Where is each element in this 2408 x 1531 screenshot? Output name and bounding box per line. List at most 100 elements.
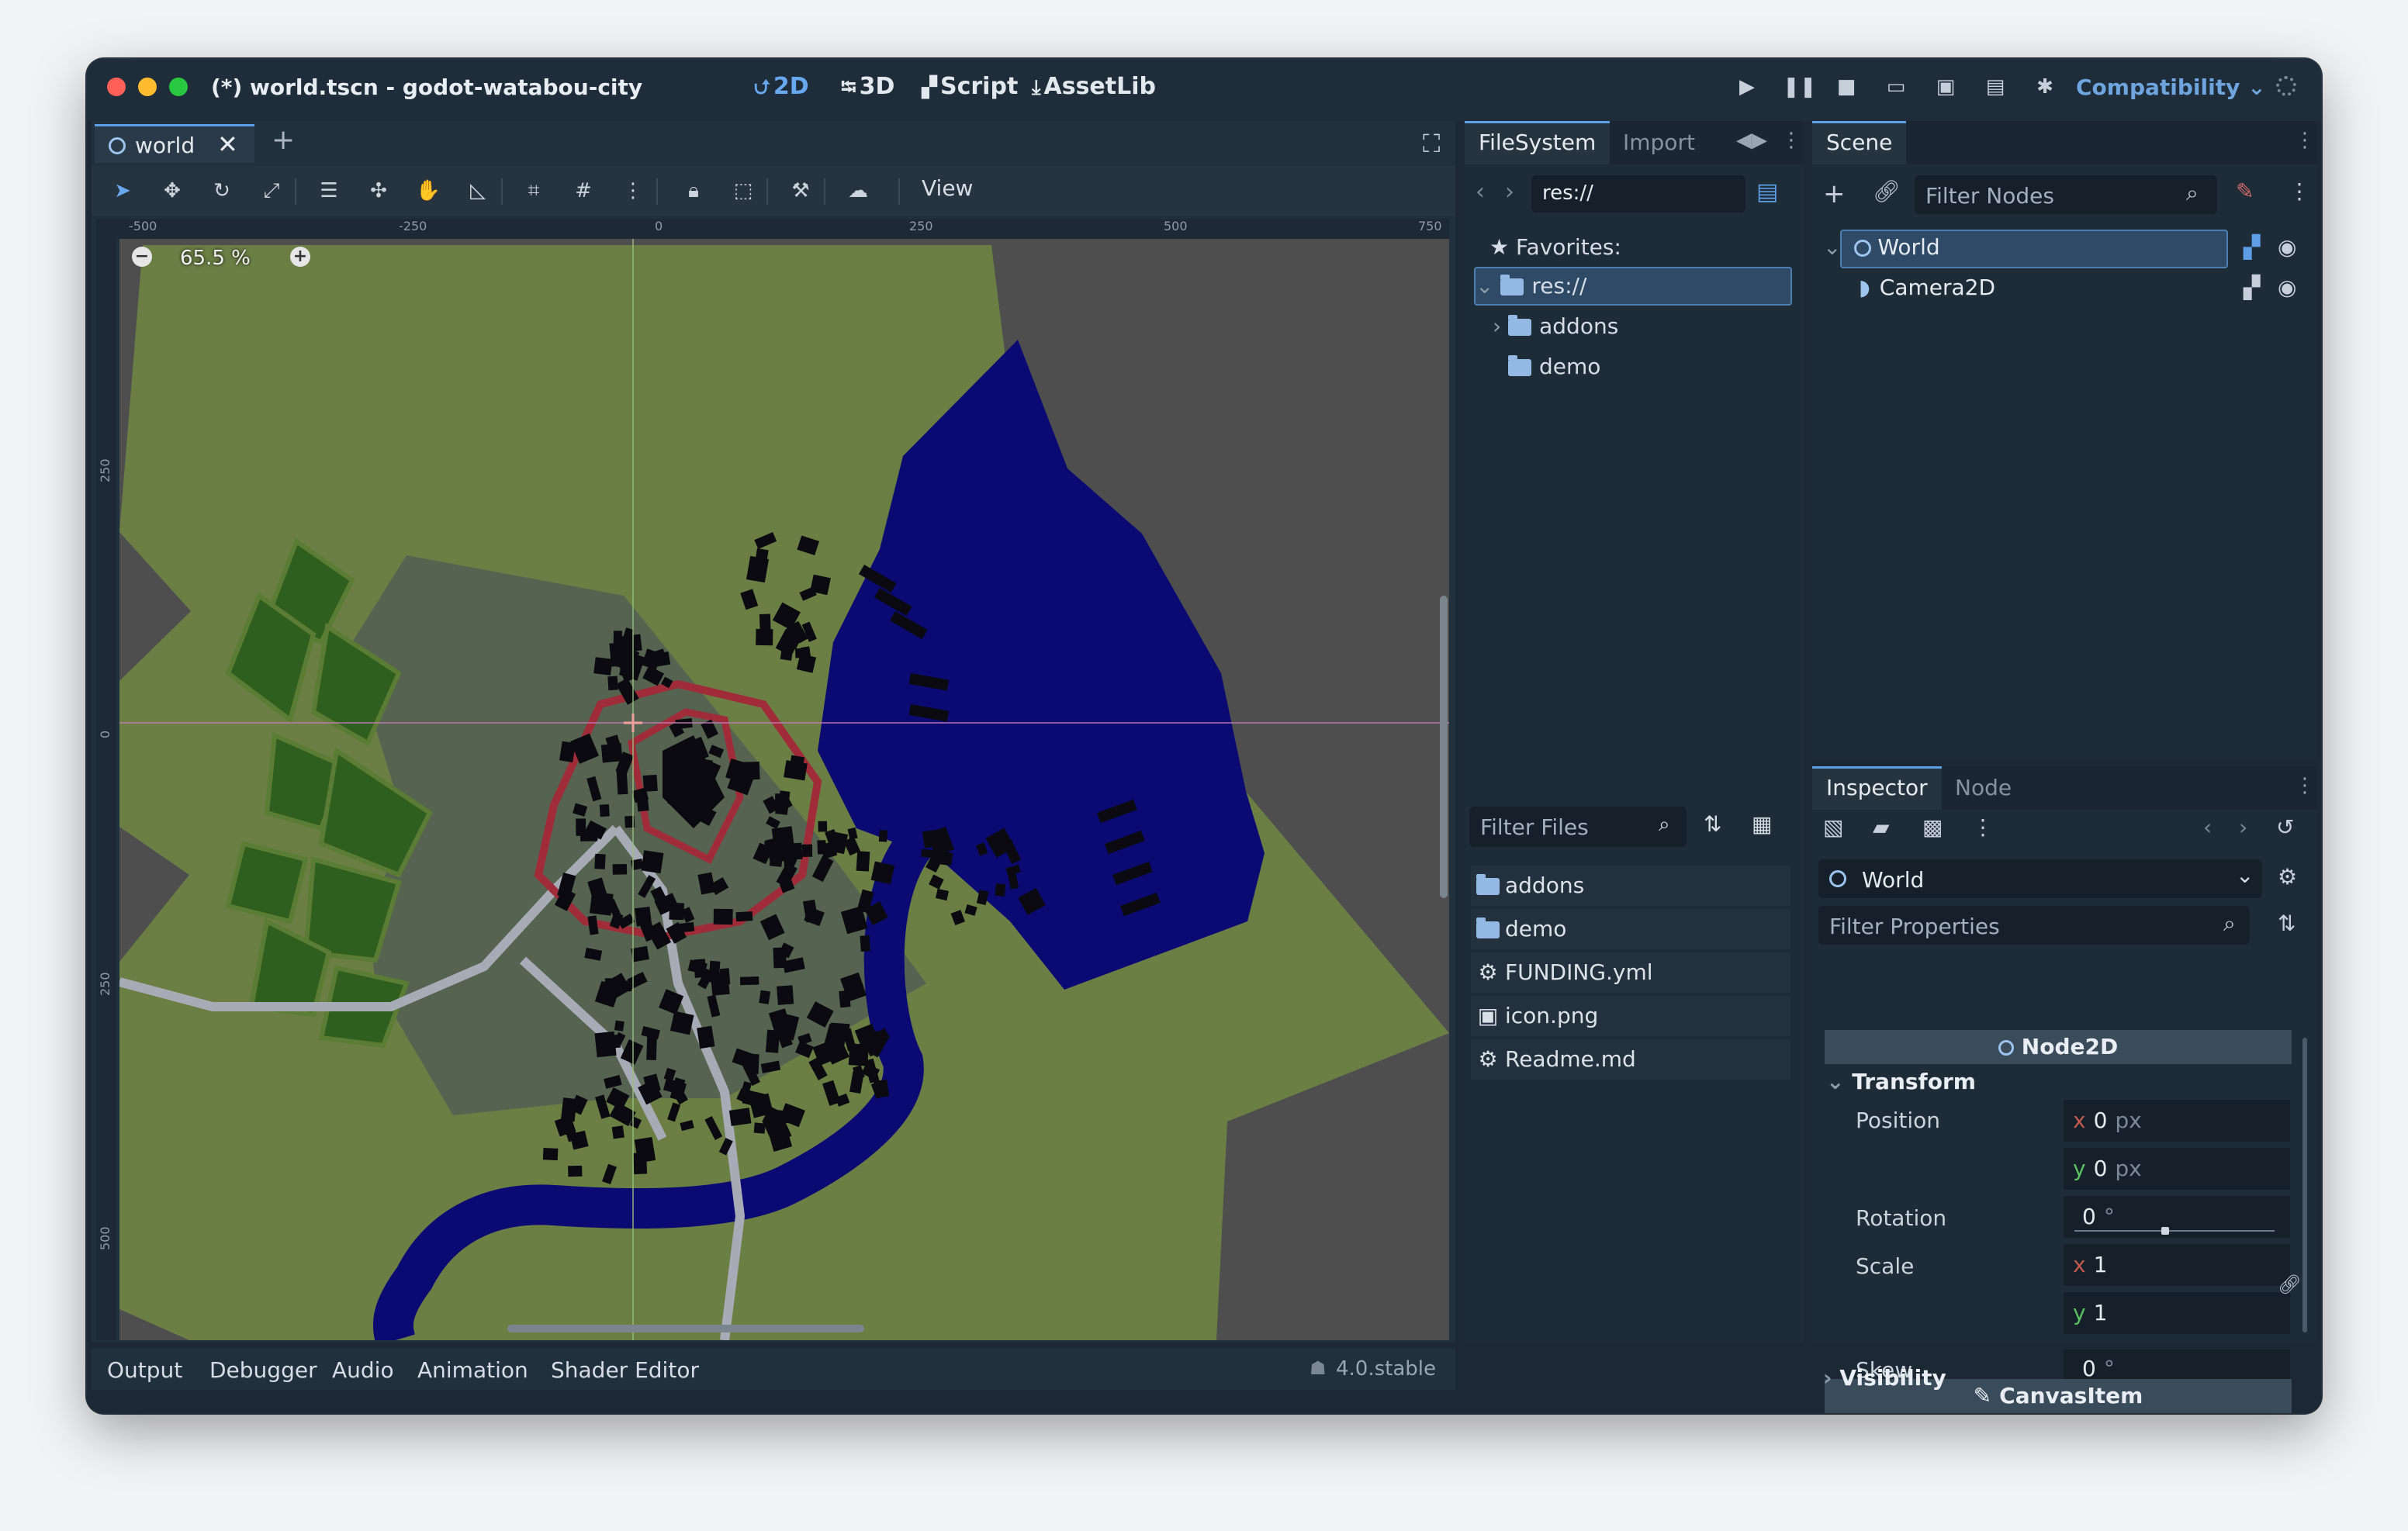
output-tab[interactable]: Output (107, 1357, 182, 1383)
scale-tool-icon[interactable]: ⤢ (258, 175, 285, 206)
scale-x-field[interactable]: x1 (2064, 1244, 2290, 1286)
zoom-window-button[interactable] (169, 78, 188, 96)
skeleton-bone-icon[interactable]: ⚒ (787, 175, 815, 206)
position-x-field[interactable]: x 0 px (2064, 1100, 2290, 1142)
select-tool-icon[interactable]: ➤ (109, 175, 137, 206)
position-y-field[interactable]: y 0 px (2064, 1148, 2290, 1190)
open-folder-icon[interactable]: ▰ (1873, 814, 1890, 840)
snap-options-icon[interactable]: ⋮ (619, 175, 647, 206)
tab-filesystem[interactable]: FileSystem (1465, 121, 1611, 164)
filter-files-input[interactable]: Filter Files (1469, 807, 1687, 847)
smart-snap-icon[interactable]: ⌗ (520, 175, 548, 206)
renderer-select[interactable]: Compatibility ⌄ (2076, 74, 2266, 100)
remote-debug-icon[interactable]: ▭ (1882, 73, 1910, 101)
scale-y-field[interactable]: y1 (2064, 1292, 2290, 1334)
tab-scene[interactable]: Scene (1812, 121, 1907, 164)
script-icon[interactable]: ▞ (2244, 234, 2261, 260)
file-item-funding[interactable]: ⚙ FUNDING.yml (1471, 952, 1790, 993)
menu-dots-icon[interactable]: ⋮ (1972, 814, 1994, 840)
rotation-field[interactable]: 0 ° (2064, 1196, 2290, 1238)
close-icon[interactable]: ✕ (217, 130, 238, 159)
play-custom-scene-icon[interactable]: ▤ (1981, 73, 2009, 101)
distraction-free-icon[interactable]: ⛶ (1423, 129, 1440, 159)
menu-dots-icon[interactable]: ⋮ (2295, 774, 2315, 797)
file-item-readme[interactable]: ⚙ Readme.md (1471, 1039, 1790, 1080)
audio-tab[interactable]: Audio (332, 1357, 394, 1383)
node-world[interactable]: ⌄ World (1823, 234, 1940, 260)
split-mode-icon[interactable]: ▤ (1756, 178, 1778, 206)
zoom-level[interactable]: 65.5 % (180, 247, 251, 270)
pivot-tool-icon[interactable]: ✣ (365, 175, 393, 206)
mode-3d-button[interactable]: ⭾ 3D (841, 73, 894, 107)
inspector-scrollbar[interactable] (2302, 1038, 2307, 1332)
play-scene-icon[interactable]: ▣ (1932, 73, 1960, 101)
zoom-in-button[interactable]: + (290, 247, 310, 267)
file-item-demo[interactable]: demo (1471, 909, 1790, 949)
filter-nodes-input[interactable]: Filter Nodes (1915, 175, 2217, 214)
mode-assetlib-button[interactable]: ⤓ AssetLib (1032, 73, 1156, 100)
menu-dots-icon[interactable]: ⋮ (1781, 129, 1801, 152)
sort-icon[interactable]: ⇅ (1704, 811, 1721, 837)
horizontal-ruler[interactable]: -500 -250 0 250 500 750 (115, 219, 1449, 239)
transform-section[interactable]: ⌄ Transform (1826, 1069, 1976, 1094)
link-icon[interactable]: 🔗︎ (2278, 1274, 2301, 1295)
history-icon[interactable]: ↺ (2276, 814, 2294, 840)
path-field[interactable]: res:// (1531, 175, 1745, 213)
pause-icon[interactable]: ❚❚ (1783, 73, 1817, 101)
camera-override-icon[interactable]: ☁ (844, 175, 872, 206)
add-node-icon[interactable]: + (1823, 178, 1846, 209)
grid-snap-icon[interactable]: # (569, 175, 597, 206)
filter-properties-input[interactable]: Filter Properties (1818, 906, 2250, 945)
property-options-icon[interactable]: ⇅ (2278, 911, 2296, 936)
movie-maker-icon[interactable]: ✱ (2031, 73, 2059, 101)
tree-item-addons[interactable]: › addons (1493, 313, 1618, 339)
add-tab-button[interactable]: + (272, 124, 295, 156)
mode-script-button[interactable]: ▞ Script (922, 73, 1018, 100)
tab-node[interactable]: Node (1941, 766, 2026, 810)
rotate-tool-icon[interactable]: ↻ (208, 175, 236, 206)
back-icon[interactable]: ‹ (1476, 178, 1485, 206)
visibility-section[interactable]: › Visibility (1823, 1365, 1946, 1391)
tab-inspector[interactable]: Inspector (1812, 766, 1942, 810)
favorites-item[interactable]: ★ Favorites: (1489, 234, 1621, 260)
back-icon[interactable]: ‹ (2203, 814, 2212, 840)
play-icon[interactable]: ▶ (1733, 73, 1761, 101)
animation-tab[interactable]: Animation (417, 1357, 528, 1383)
file-item-addons[interactable]: addons (1471, 866, 1790, 906)
close-window-button[interactable] (107, 78, 126, 96)
minimize-window-button[interactable] (138, 78, 157, 96)
link-icon[interactable]: 🔗︎ (1873, 178, 1901, 204)
class-header-node2d[interactable]: Node2D (1825, 1030, 2292, 1064)
save-icon[interactable]: ▩ (1922, 814, 1943, 840)
script-icon[interactable]: ▞ (2244, 275, 2261, 300)
pan-tool-icon[interactable]: ✋ (414, 175, 442, 206)
tree-item-demo[interactable]: demo (1508, 354, 1600, 379)
node-info-icon[interactable]: ⚙ (2278, 864, 2297, 890)
dock-move-icon[interactable]: ◀▶ (1736, 129, 1767, 152)
scene-tab-world[interactable]: world ✕ (95, 124, 254, 163)
lock-icon[interactable]: 🔒︎ (680, 175, 708, 206)
debugger-tab[interactable]: Debugger (209, 1357, 317, 1383)
grid-view-icon[interactable]: ▦ (1752, 811, 1772, 837)
vertical-ruler[interactable]: 250 0 250 500 (96, 219, 116, 1340)
shader-editor-tab[interactable]: Shader Editor (551, 1357, 699, 1383)
file-item-icon[interactable]: ▣ icon.png (1471, 996, 1790, 1036)
node-camera2d[interactable]: ◗ Camera2D (1859, 275, 1995, 300)
visibility-eye-icon[interactable]: ◉ (2278, 275, 2296, 300)
new-resource-icon[interactable]: ▧ (1823, 814, 1843, 840)
list-select-tool-icon[interactable]: ☰ (315, 175, 343, 206)
zoom-out-button[interactable]: − (132, 247, 152, 267)
menu-dots-icon[interactable]: ⋮ (2289, 178, 2310, 204)
visibility-eye-icon[interactable]: ◉ (2278, 234, 2296, 260)
tree-item-res[interactable]: ⌄ res:// (1476, 273, 1586, 299)
object-selector[interactable]: World ⌄ (1818, 859, 2262, 898)
view-menu[interactable]: View (922, 175, 973, 201)
group-icon[interactable]: ⬚ (729, 175, 757, 206)
2d-viewport[interactable]: − 65.5 % + (119, 239, 1449, 1340)
attach-script-icon[interactable]: ✎ (2236, 178, 2254, 204)
move-tool-icon[interactable]: ✥ (158, 175, 186, 206)
stop-icon[interactable]: ■ (1832, 73, 1860, 101)
mode-2d-button[interactable]: ⮍ 2D (754, 73, 809, 107)
tab-import[interactable]: Import (1609, 121, 1709, 164)
ruler-tool-icon[interactable]: ◺ (464, 175, 492, 206)
